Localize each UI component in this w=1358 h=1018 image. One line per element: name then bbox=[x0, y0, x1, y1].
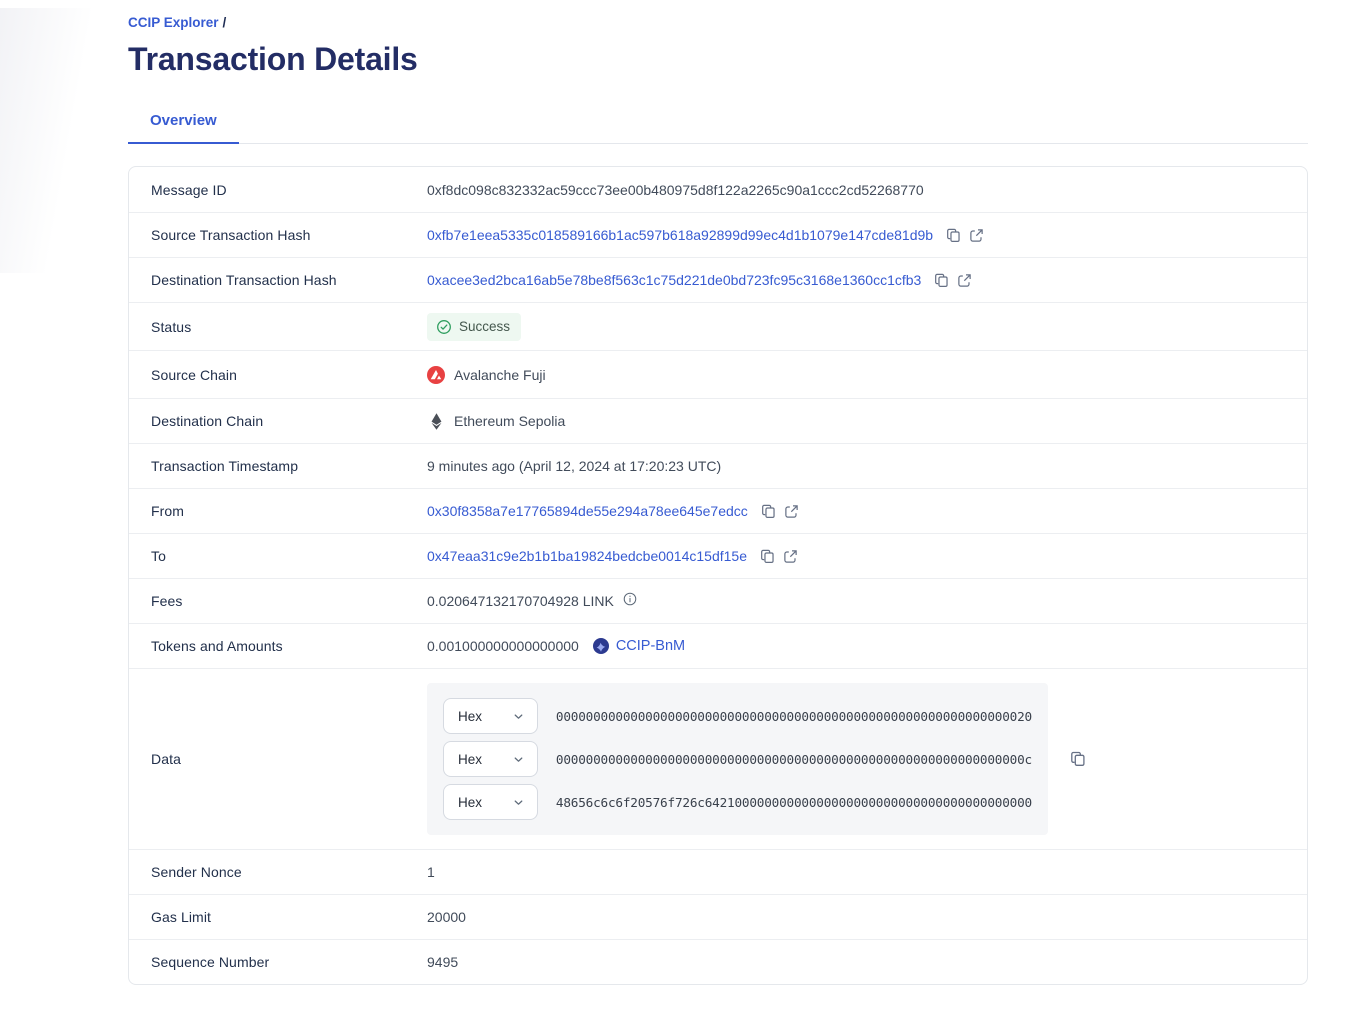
copy-icon[interactable] bbox=[946, 228, 961, 243]
chevron-down-icon bbox=[512, 753, 525, 766]
table-row-dest-tx-hash: Destination Transaction Hash 0xacee3ed2b… bbox=[129, 257, 1307, 302]
data-hex-line: 0000000000000000000000000000000000000000… bbox=[556, 709, 1032, 724]
table-row-gas-limit: Gas Limit 20000 bbox=[129, 894, 1307, 939]
row-label: Destination Transaction Hash bbox=[129, 272, 427, 288]
data-hex-panel: Hex 000000000000000000000000000000000000… bbox=[427, 683, 1048, 835]
token-amount: 0.001000000000000000 bbox=[427, 638, 579, 654]
dest-chain-name: Ethereum Sepolia bbox=[454, 413, 565, 429]
tab-overview[interactable]: Overview bbox=[128, 112, 239, 144]
table-row-fees: Fees 0.020647132170704928 LINK bbox=[129, 578, 1307, 623]
source-tx-hash-link[interactable]: 0xfb7e1eea5335c018589166b1ac597b618a9289… bbox=[427, 227, 933, 243]
tab-bar: Overview bbox=[128, 112, 1308, 144]
main-content: CCIP Explorer / Transaction Details Overv… bbox=[128, 0, 1308, 985]
table-row-timestamp: Transaction Timestamp 9 minutes ago (Apr… bbox=[129, 443, 1307, 488]
hex-format-select[interactable]: Hex bbox=[443, 784, 538, 820]
table-row-status: Status Success bbox=[129, 302, 1307, 350]
breadcrumb: CCIP Explorer / bbox=[128, 15, 1308, 30]
table-row-sequence-number: Sequence Number 9495 bbox=[129, 939, 1307, 984]
sequence-number-value: 9495 bbox=[427, 954, 458, 970]
page-title: Transaction Details bbox=[128, 40, 1308, 78]
data-hex-line: 0000000000000000000000000000000000000000… bbox=[556, 752, 1032, 767]
row-label: Fees bbox=[129, 593, 427, 609]
hex-format-label: Hex bbox=[458, 709, 482, 724]
breadcrumb-separator: / bbox=[223, 15, 227, 30]
hex-format-select[interactable]: Hex bbox=[443, 698, 538, 734]
copy-icon[interactable] bbox=[934, 273, 949, 288]
copy-icon[interactable] bbox=[1070, 751, 1086, 767]
row-label: Sequence Number bbox=[129, 954, 427, 970]
info-icon[interactable] bbox=[623, 592, 637, 606]
hex-format-label: Hex bbox=[458, 795, 482, 810]
fees-value: 0.020647132170704928 LINK bbox=[427, 593, 614, 609]
table-row-dest-chain: Destination Chain Ethereum Sepolia bbox=[129, 398, 1307, 443]
external-link-icon[interactable] bbox=[957, 273, 972, 288]
data-hex-line: 48656c6c6f20576f726c64210000000000000000… bbox=[556, 795, 1032, 810]
avalanche-fuji-icon bbox=[427, 366, 445, 384]
from-address-link[interactable]: 0x30f8358a7e17765894de55e294a78ee645e7ed… bbox=[427, 503, 748, 519]
source-chain-name: Avalanche Fuji bbox=[454, 367, 546, 383]
row-label: Tokens and Amounts bbox=[129, 638, 427, 654]
table-row-to: To 0x47eaa31c9e2b1b1ba19824bedcbe0014c15… bbox=[129, 533, 1307, 578]
table-row-message-id: Message ID 0xf8dc098c832332ac59ccc73ee00… bbox=[129, 167, 1307, 212]
copy-icon[interactable] bbox=[760, 549, 775, 564]
table-row-tokens: Tokens and Amounts 0.001000000000000000 … bbox=[129, 623, 1307, 668]
row-label: Sender Nonce bbox=[129, 864, 427, 880]
timestamp-value: 9 minutes ago (April 12, 2024 at 17:20:2… bbox=[427, 458, 721, 474]
ccip-bnm-token-icon bbox=[593, 638, 609, 654]
table-row-source-chain: Source Chain Avalanche Fuji bbox=[129, 350, 1307, 398]
row-label: Transaction Timestamp bbox=[129, 458, 427, 474]
to-address-link[interactable]: 0x47eaa31c9e2b1b1ba19824bedcbe0014c15df1… bbox=[427, 548, 747, 564]
row-label: Message ID bbox=[129, 182, 427, 198]
data-line-1: Hex 000000000000000000000000000000000000… bbox=[443, 698, 1032, 734]
decorative-gradient bbox=[0, 8, 115, 273]
row-label: Source Transaction Hash bbox=[129, 227, 427, 243]
chevron-down-icon bbox=[512, 796, 525, 809]
external-link-icon[interactable] bbox=[783, 549, 798, 564]
dest-tx-hash-link[interactable]: 0xacee3ed2bca16ab5e78be8f563c1c75d221de0… bbox=[427, 272, 921, 288]
token-link-ccip-bnm[interactable]: CCIP-BnM bbox=[616, 638, 685, 654]
row-label: Destination Chain bbox=[129, 413, 427, 429]
status-text: Success bbox=[459, 319, 510, 334]
row-label: To bbox=[129, 548, 427, 564]
table-row-source-tx-hash: Source Transaction Hash 0xfb7e1eea5335c0… bbox=[129, 212, 1307, 257]
table-row-from: From 0x30f8358a7e17765894de55e294a78ee64… bbox=[129, 488, 1307, 533]
table-row-data: Data Hex 0000000000000000000000000000000… bbox=[129, 668, 1307, 849]
breadcrumb-link-ccip-explorer[interactable]: CCIP Explorer bbox=[128, 15, 219, 30]
external-link-icon[interactable] bbox=[784, 504, 799, 519]
row-label: Source Chain bbox=[129, 367, 427, 383]
table-row-sender-nonce: Sender Nonce 1 bbox=[129, 849, 1307, 894]
external-link-icon[interactable] bbox=[969, 228, 984, 243]
row-label: Data bbox=[129, 751, 427, 767]
ethereum-sepolia-icon bbox=[427, 413, 445, 430]
chevron-down-icon bbox=[512, 710, 525, 723]
row-label: Status bbox=[129, 319, 427, 335]
data-line-3: Hex 48656c6c6f20576f726c6421000000000000… bbox=[443, 784, 1032, 820]
sender-nonce-value: 1 bbox=[427, 864, 435, 880]
hex-format-label: Hex bbox=[458, 752, 482, 767]
transaction-details-table: Message ID 0xf8dc098c832332ac59ccc73ee00… bbox=[128, 166, 1308, 985]
data-line-2: Hex 000000000000000000000000000000000000… bbox=[443, 741, 1032, 777]
copy-icon[interactable] bbox=[761, 504, 776, 519]
hex-format-select[interactable]: Hex bbox=[443, 741, 538, 777]
gas-limit-value: 20000 bbox=[427, 909, 466, 925]
check-circle-icon bbox=[436, 319, 452, 335]
status-badge: Success bbox=[427, 313, 521, 341]
row-label: From bbox=[129, 503, 427, 519]
row-label: Gas Limit bbox=[129, 909, 427, 925]
message-id-value: 0xf8dc098c832332ac59ccc73ee00b480975d8f1… bbox=[427, 182, 924, 198]
